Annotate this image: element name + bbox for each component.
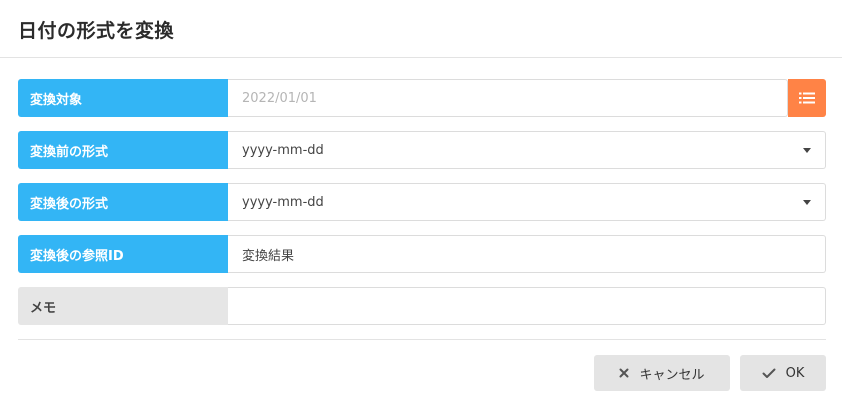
- target-format-select[interactable]: yyyy-mm-dd: [228, 183, 826, 221]
- form-row-source-format: 変換前の形式 yyyy-mm-dd: [18, 131, 826, 169]
- form-row-target: 変換対象 2022/01/01: [18, 79, 826, 117]
- list-button[interactable]: [788, 79, 826, 117]
- list-icon: [799, 92, 815, 104]
- target-label: 変換対象: [18, 79, 228, 117]
- cancel-label: キャンセル: [639, 367, 705, 383]
- reference-id-label: 変換後の参照ID: [18, 235, 228, 273]
- check-icon: [762, 368, 776, 378]
- title-divider: [0, 57, 842, 58]
- source-format-select[interactable]: yyyy-mm-dd: [228, 131, 826, 169]
- dialog-title: 日付の形式を変換: [18, 20, 175, 42]
- cancel-button[interactable]: キャンセル: [594, 355, 730, 391]
- footer-divider: [18, 339, 826, 340]
- caret-down-icon: [803, 148, 811, 153]
- caret-down-icon: [803, 200, 811, 205]
- target-input[interactable]: 2022/01/01: [228, 79, 788, 117]
- form-row-target-format: 変換後の形式 yyyy-mm-dd: [18, 183, 826, 221]
- ok-label: OK: [785, 365, 805, 381]
- close-icon: [619, 368, 629, 378]
- form-row-reference-id: 変換後の参照ID 変換結果: [18, 235, 826, 273]
- target-format-value: yyyy-mm-dd: [242, 194, 324, 210]
- ok-button[interactable]: OK: [740, 355, 826, 391]
- source-format-value: yyyy-mm-dd: [242, 142, 324, 158]
- memo-input[interactable]: [228, 287, 826, 325]
- target-format-label: 変換後の形式: [18, 183, 228, 221]
- form-row-memo: メモ: [18, 287, 826, 325]
- reference-id-input[interactable]: 変換結果: [228, 235, 826, 273]
- memo-label: メモ: [18, 287, 228, 325]
- source-format-label: 変換前の形式: [18, 131, 228, 169]
